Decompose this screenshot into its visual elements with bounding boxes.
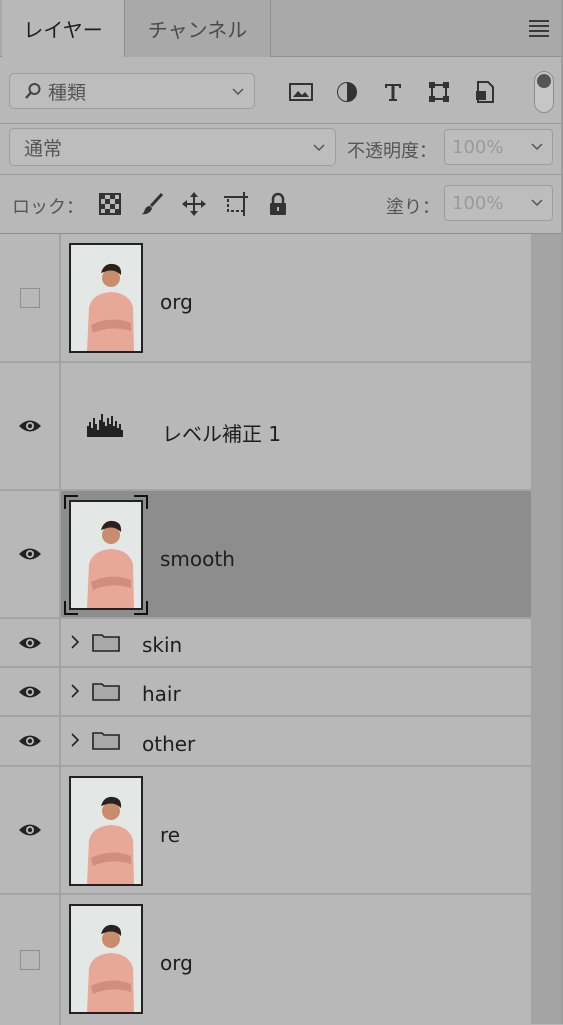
- filter-kind-select[interactable]: 種類: [9, 73, 255, 109]
- layer-name: org: [160, 290, 193, 314]
- visibility-toggle[interactable]: [0, 363, 61, 489]
- layer-row[interactable]: org: [0, 234, 531, 363]
- opacity-input[interactable]: 100%: [444, 129, 522, 165]
- layer-name: org: [160, 951, 193, 975]
- eye-icon: [18, 420, 41, 432]
- filter-toggle-switch[interactable]: [534, 71, 554, 113]
- blend-mode-select[interactable]: 通常: [9, 128, 336, 166]
- layer-row[interactable]: re: [0, 767, 531, 895]
- search-icon: [25, 83, 41, 99]
- visibility-toggle[interactable]: [0, 619, 61, 666]
- eye-icon: [18, 637, 41, 648]
- layers-panel: レイヤー チャンネル 種類 通常 不透明度： 100% ロック： 塗り： 100…: [0, 0, 563, 1025]
- lock-label: ロック：: [12, 197, 84, 218]
- scrollbar-track[interactable]: [531, 234, 561, 1024]
- visibility-toggle[interactable]: [0, 234, 61, 361]
- blend-mode-value: 通常: [24, 137, 63, 160]
- lock-position-icon[interactable]: [181, 191, 207, 217]
- folder-icon: [92, 683, 120, 701]
- visibility-toggle[interactable]: [0, 717, 61, 765]
- group-row[interactable]: other: [0, 717, 531, 767]
- eye-icon: [18, 686, 41, 697]
- chevron-right-icon[interactable]: [70, 634, 80, 650]
- chevron-down-icon: [530, 199, 543, 207]
- chevron-down-icon: [530, 143, 543, 151]
- visibility-toggle[interactable]: [0, 895, 61, 1025]
- panel-menu-icon[interactable]: [529, 20, 549, 37]
- layer-thumbnail: [69, 243, 143, 353]
- group-name: hair: [142, 682, 181, 706]
- lock-icons: [97, 191, 291, 217]
- chevron-down-icon: [313, 144, 325, 152]
- eye-icon: [18, 735, 41, 747]
- type-filter-icon[interactable]: [380, 79, 406, 105]
- chevron-right-icon[interactable]: [70, 683, 80, 699]
- fill-label: 塗り：: [386, 197, 440, 218]
- group-row[interactable]: hair: [0, 668, 531, 717]
- layer-thumbnail: [69, 776, 143, 886]
- chevron-right-icon[interactable]: [70, 732, 80, 748]
- tab-layers[interactable]: レイヤー: [2, 0, 125, 57]
- eye-icon: [18, 824, 41, 836]
- group-row[interactable]: skin: [0, 619, 531, 668]
- group-name: skin: [142, 633, 183, 657]
- opacity-dropdown-button[interactable]: [521, 129, 553, 165]
- visibility-toggle[interactable]: [0, 491, 61, 617]
- opacity-label: 不透明度：: [347, 141, 437, 162]
- group-name: other: [142, 732, 196, 756]
- folder-icon: [92, 634, 120, 652]
- filter-kind-label: 種類: [48, 81, 87, 104]
- tab-channels[interactable]: チャンネル: [125, 0, 271, 57]
- lock-artboard-icon[interactable]: [223, 191, 249, 217]
- visibility-off-checkbox: [19, 287, 40, 308]
- visibility-toggle[interactable]: [0, 767, 61, 893]
- levels-histogram-icon: [87, 414, 123, 437]
- lock-transparent-pixels-icon[interactable]: [97, 191, 123, 217]
- tab-bar: レイヤー チャンネル: [0, 0, 561, 57]
- eye-icon: [18, 548, 41, 560]
- layer-row[interactable]: org: [0, 895, 531, 1025]
- layer-row[interactable]: レベル補正 1: [0, 363, 531, 491]
- folder-icon: [92, 732, 120, 750]
- lock-row: ロック： 塗り： 100%: [0, 175, 561, 234]
- chevron-down-icon: [232, 88, 244, 96]
- filter-icons: [288, 79, 498, 105]
- layer-name: レベル補正 1: [162, 422, 282, 446]
- smart-object-filter-icon[interactable]: [472, 79, 498, 105]
- visibility-toggle[interactable]: [0, 668, 61, 715]
- shape-filter-icon[interactable]: [426, 79, 452, 105]
- fill-dropdown-button[interactable]: [521, 185, 553, 221]
- layer-thumbnail: [69, 904, 143, 1014]
- lock-all-icon[interactable]: [265, 191, 291, 217]
- fill-input[interactable]: 100%: [444, 185, 522, 221]
- layer-name: smooth: [160, 547, 235, 571]
- adjustment-filter-icon[interactable]: [334, 79, 360, 105]
- filter-row: 種類: [0, 57, 561, 124]
- blend-row: 通常 不透明度： 100%: [0, 124, 561, 175]
- layers-list: org レベル補正 1 smooth skin hair other re or…: [0, 234, 531, 1025]
- visibility-off-checkbox: [19, 950, 40, 970]
- layer-name: re: [160, 823, 181, 847]
- layer-row-selected[interactable]: smooth: [0, 491, 531, 619]
- layer-thumbnail: [69, 500, 143, 610]
- lock-image-pixels-icon[interactable]: [139, 191, 165, 217]
- image-filter-icon[interactable]: [288, 79, 314, 105]
